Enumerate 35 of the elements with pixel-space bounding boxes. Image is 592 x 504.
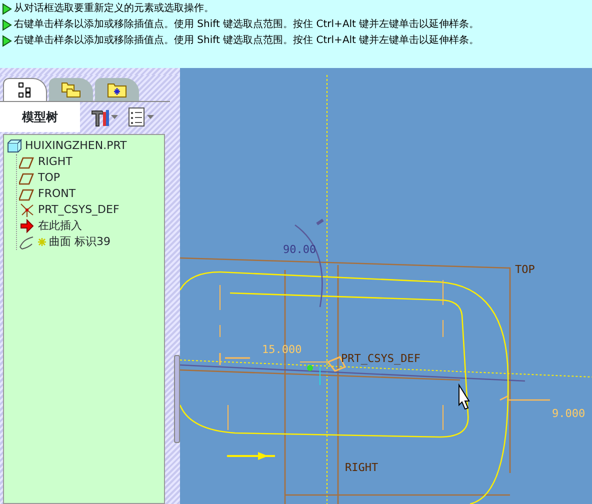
list-icon xyxy=(128,106,146,126)
panel-title: 模型树 xyxy=(0,102,80,132)
status-message: 右键单击样条以添加或移除插值点。使用 Shift 键选取点范围。按住 Ctrl+Alt 键并左键单击以延伸样条。 xyxy=(14,18,480,32)
prompt-arrow-icon xyxy=(2,19,12,31)
tree-item[interactable]: HUIXINGZHEN.PRT xyxy=(25,138,127,154)
datum-plane-icon xyxy=(19,170,35,186)
tree-item[interactable]: PRT_CSYS_DEF xyxy=(38,202,120,218)
tree-item[interactable]: 曲面 标识39 xyxy=(49,234,110,250)
show-button[interactable] xyxy=(128,106,154,126)
surface-icon xyxy=(19,234,35,250)
prompt-arrow-icon xyxy=(2,35,12,47)
status-message: 从对话框选取要重新定义的元素或选取操作。 xyxy=(14,2,214,16)
star-folder-icon xyxy=(107,82,127,98)
coordinate-system-icon xyxy=(19,202,35,218)
folders-icon xyxy=(61,81,81,98)
tree-item[interactable]: 在此插入 xyxy=(38,218,82,234)
datum-plane-icon xyxy=(19,154,35,170)
datum-plane-icon xyxy=(19,186,35,202)
part-icon xyxy=(6,138,22,154)
dimension-label: 90.00 xyxy=(283,243,316,256)
dimension-label: 9.000 xyxy=(552,407,586,420)
tree-item[interactable]: RIGHT xyxy=(38,154,72,170)
caret-icon xyxy=(147,114,154,118)
panel-tab[interactable] xyxy=(3,78,47,101)
datum-label: PRT_CSYS_DEF xyxy=(341,352,420,365)
splitter-handle[interactable] xyxy=(174,355,180,443)
datum-label: RIGHT xyxy=(345,461,378,474)
caret-icon xyxy=(111,114,118,118)
tree-structure-icon xyxy=(18,82,32,98)
insert-arrow-icon xyxy=(19,218,35,234)
tree-item[interactable]: TOP xyxy=(38,170,60,186)
prompt-arrow-icon xyxy=(2,3,12,15)
status-message: 右键单击样条以添加或移除插值点。使用 Shift 键选取点范围。按住 Ctrl+Alt 键并左键单击以延伸样条。 xyxy=(14,34,480,48)
datum-label: TOP xyxy=(515,263,535,276)
tree-item[interactable]: FRONT xyxy=(38,186,76,202)
